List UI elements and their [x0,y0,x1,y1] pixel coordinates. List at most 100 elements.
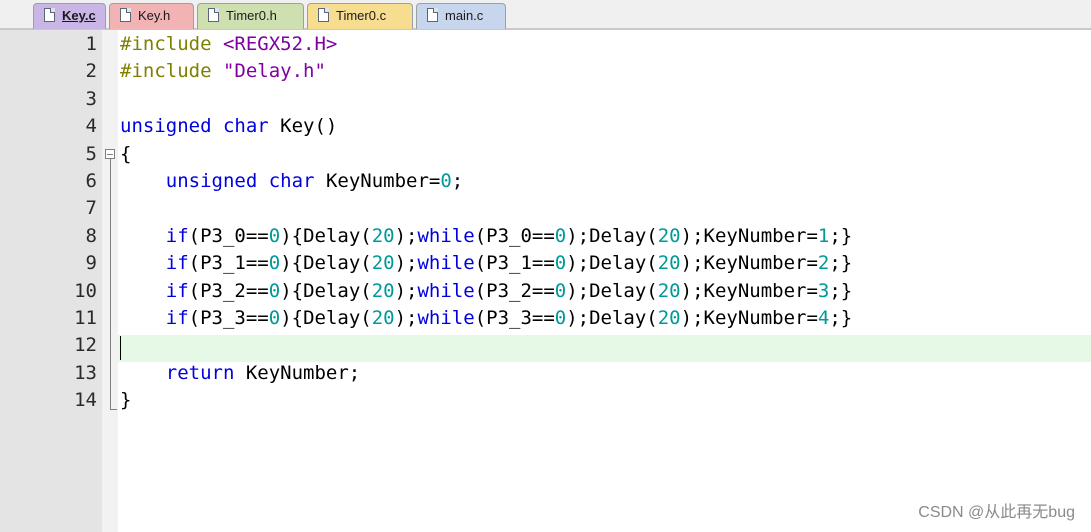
code-token: 1 [817,224,830,247]
code-line[interactable]: unsigned char Key() [120,115,337,137]
code-token: ; [451,170,464,192]
code-token: (P3_2== [188,279,269,302]
code-token: 20 [657,279,681,302]
code-token: (P3_3== [188,307,269,329]
watermark: CSDN @从此再无bug [918,504,1075,521]
code-token: 20 [371,224,395,247]
code-token: );KeyNumber= [680,224,818,247]
code-token: 0 [554,307,567,329]
line-number: 5 [85,142,97,165]
code-line[interactable]: if(P3_1==0){Delay(20);while(P3_1==0);Del… [120,252,852,274]
code-token: if [165,224,189,247]
tab-timer0-h[interactable]: Timer0.h [197,3,304,29]
code-token: ;} [829,307,853,329]
file-icon [44,8,55,22]
line-number: 12 [74,334,97,357]
code-token: 4 [817,307,830,329]
code-token: 0 [440,170,452,192]
code-token: while [417,279,475,302]
code-token: );KeyNumber= [680,252,818,275]
code-line[interactable]: } [120,389,131,411]
line-number: 13 [74,361,97,384]
code-token: if [165,279,189,302]
tab-main-c[interactable]: main.c [416,3,506,29]
code-token: );Delay( [566,279,658,302]
tab-label: main.c [445,8,484,23]
tab-key-c[interactable]: Key.c [33,3,106,29]
code-token: );KeyNumber= [680,279,818,302]
fold-collapse-icon[interactable] [105,149,115,159]
code-token: ){Delay( [280,307,372,329]
code-token: 0 [268,279,281,302]
file-tab-bar: Key.c Key.h Timer0.h Timer0.c main.c [0,0,1091,30]
code-token: (P3_0== [188,224,269,247]
code-token: 0 [554,224,567,247]
code-token: ){Delay( [280,279,372,302]
fold-end-marker [110,409,117,410]
code-token: ); [394,224,418,247]
code-token: 0 [554,252,567,275]
code-token: ;} [829,279,853,302]
code-token: (P3_1== [474,252,555,275]
code-token: ); [394,252,418,275]
line-number: 11 [74,307,97,329]
tab-label: Timer0.c [336,8,387,23]
tab-label: Key.h [138,8,171,23]
code-token: char [222,115,269,138]
code-token: <REGX52.H> [222,33,338,55]
current-line-highlight [118,335,1091,362]
code-token: 20 [657,252,681,275]
code-line[interactable]: return KeyNumber; [120,362,360,384]
code-token: } [120,389,132,412]
code-token: 20 [371,279,395,302]
code-token: KeyNumber= [314,170,441,192]
code-token: if [165,252,189,275]
code-line[interactable]: #include "Delay.h" [120,60,326,82]
line-number: 2 [85,60,97,83]
tab-timer0-c[interactable]: Timer0.c [307,3,413,29]
file-icon [318,8,329,22]
file-icon [208,8,219,22]
code-token: while [417,224,475,247]
code-line[interactable]: if(P3_2==0){Delay(20);while(P3_2==0);Del… [120,280,852,302]
code-token: ;} [829,224,853,247]
code-token: );Delay( [566,307,658,329]
line-number: 8 [85,224,97,247]
tab-label: Key.c [62,8,96,23]
code-token: "Delay.h" [222,60,326,83]
code-token: (P3_1== [188,252,269,275]
line-number: 14 [74,389,97,412]
code-token: 20 [657,224,681,247]
code-token: #include [120,33,223,55]
code-token: return [165,361,235,384]
code-token: 0 [268,252,281,275]
code-line[interactable]: if(P3_3==0){Delay(20);while(P3_3==0);Del… [120,307,852,329]
code-line[interactable]: #include <REGX52.H> [120,33,337,55]
code-token: 3 [817,279,830,302]
line-number: 7 [85,197,97,220]
code-token: );KeyNumber= [680,307,818,329]
code-token: 0 [554,279,567,302]
code-token: #include [120,60,223,83]
code-token: KeyNumber; [234,361,361,384]
line-number: 10 [74,279,97,302]
code-token: (P3_3== [474,307,555,329]
code-line[interactable]: unsigned char KeyNumber=0; [120,170,463,192]
code-token: 2 [817,252,830,275]
code-token: char [268,170,315,192]
file-icon [120,8,131,22]
code-token: 20 [371,252,395,275]
code-token: (P3_0== [474,224,555,247]
tab-key-h[interactable]: Key.h [109,3,194,29]
code-line[interactable]: if(P3_0==0){Delay(20);while(P3_0==0);Del… [120,225,852,247]
code-token: if [165,307,189,329]
code-editor[interactable]: 1 #include <REGX52.H> 2 #include "Delay.h" 3… [0,30,1091,532]
code-token: ;} [829,252,853,275]
line-number: 1 [85,33,97,55]
code-line[interactable]: { [120,143,131,165]
